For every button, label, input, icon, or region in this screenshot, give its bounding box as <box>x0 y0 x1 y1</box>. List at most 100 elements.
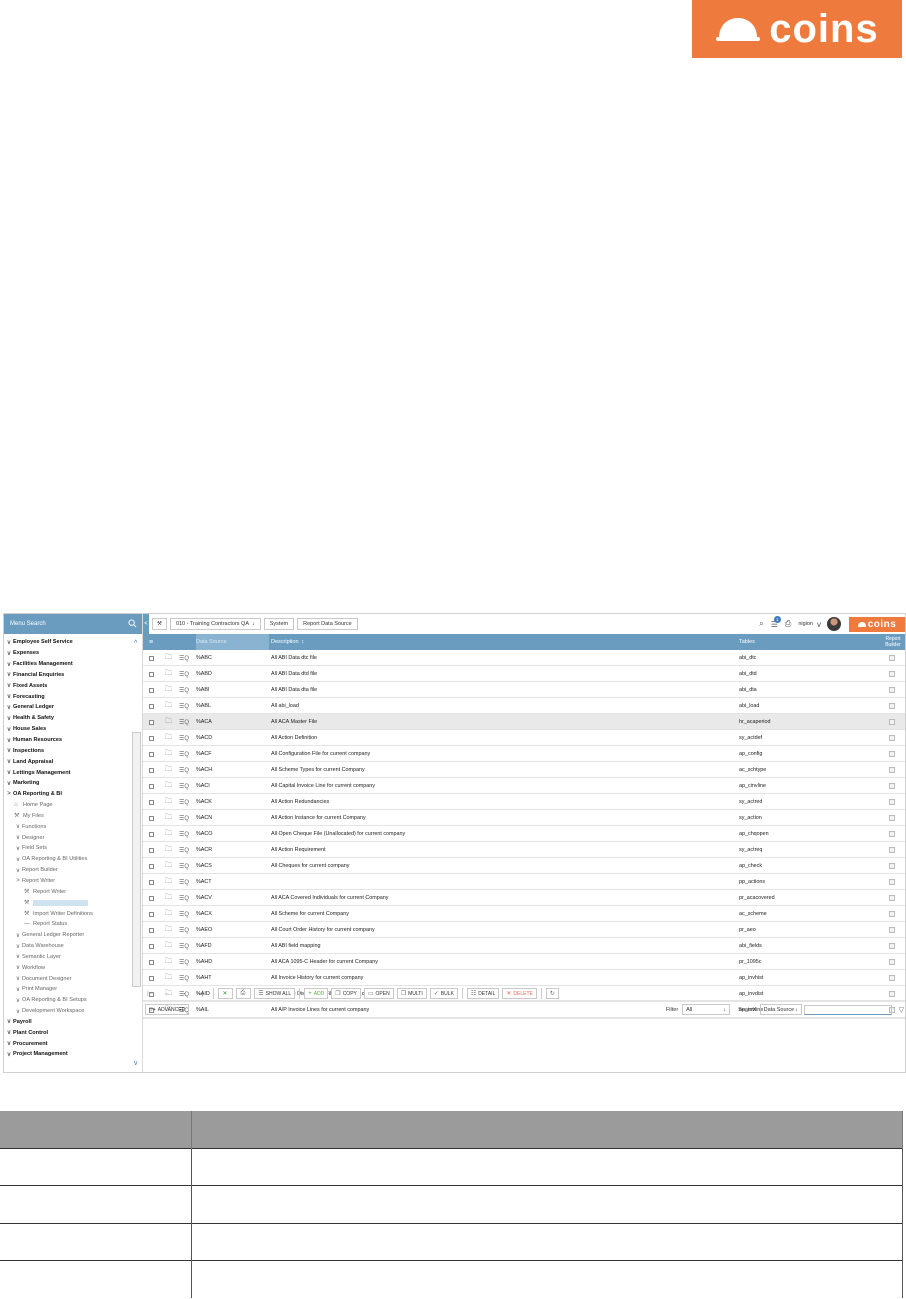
detail-icon[interactable]: ☰Q <box>179 682 189 698</box>
report-builder-checkbox[interactable] <box>889 698 895 714</box>
sidebar-item[interactable]: ∨ Semantic Layer <box>4 951 142 962</box>
sidebar-item[interactable]: ∨ Designer <box>4 832 142 843</box>
sidebar-item[interactable]: ⚒ Report Writer <box>4 886 142 897</box>
sidebar-item[interactable]: ∨ Human Resources <box>4 735 142 746</box>
delete-button[interactable]: ✕ DELETE <box>502 988 537 999</box>
collapse-sidebar-button[interactable]: < <box>143 614 149 634</box>
sidebar-item[interactable]: ∨ Report Builder <box>4 865 142 876</box>
detail-icon[interactable]: ☰Q <box>179 762 189 778</box>
report-builder-checkbox[interactable] <box>889 874 895 890</box>
sidebar-item[interactable]: ∨ Lettings Management <box>4 767 142 778</box>
row-checkbox[interactable] <box>149 666 154 682</box>
sidebar-item[interactable]: ∨ Plant Control <box>4 1027 142 1038</box>
detail-icon[interactable]: ☰Q <box>179 730 189 746</box>
sidebar-item[interactable]: ∨ Print Manager <box>4 984 142 995</box>
breadcrumb-company[interactable]: 010 - Training Contractors QA ↓ <box>169 618 261 630</box>
detail-icon[interactable]: ☰Q <box>179 666 189 682</box>
detail-icon[interactable]: ☰Q <box>179 698 189 714</box>
next-page-icon[interactable]: → <box>180 990 187 997</box>
table-row[interactable]: 🗀 ☰Q %ACA All ACA Master File hr_acaperiod <box>143 714 905 730</box>
breadcrumb-system[interactable]: System <box>263 618 295 630</box>
row-checkbox[interactable] <box>149 762 154 778</box>
folder-icon[interactable]: 🗀 <box>165 938 172 954</box>
table-row[interactable]: 🗀 ☰Q %AEO All Court Order History for curre… <box>143 922 905 938</box>
folder-icon[interactable]: 🗀 <box>165 746 172 762</box>
table-row[interactable]: 🗀 ☰Q %ACX All Scheme for current Company ac_… <box>143 906 905 922</box>
row-checkbox[interactable] <box>149 794 154 810</box>
table-row[interactable]: 🗀 ☰Q %ACS All Cheques for current company ap… <box>143 858 905 874</box>
folder-icon[interactable]: 🗀 <box>165 810 172 826</box>
report-builder-checkbox[interactable] <box>889 666 895 682</box>
sidebar-item[interactable]: ∨ General Ledger Reporter <box>4 930 142 941</box>
detail-icon[interactable]: ☰Q <box>179 810 189 826</box>
sidebar-item[interactable]: — Report Status <box>4 919 142 930</box>
column-header-data-source[interactable]: Data Source <box>196 634 269 650</box>
detail-icon[interactable]: ☰Q <box>179 794 189 810</box>
table-row[interactable]: 🗀 ☰Q %AHD All ACA 1095-C Header for current… <box>143 954 905 970</box>
tasks-icon[interactable]: ☰ 1 <box>771 615 781 629</box>
detail-icon[interactable]: ☰Q <box>179 922 189 938</box>
sidebar-item[interactable]: ∨ Marketing <box>4 778 142 789</box>
export-excel-button[interactable]: ✕ <box>218 988 234 999</box>
menu-search[interactable]: Menu Search <box>4 614 142 634</box>
print-button[interactable]: ⎙ <box>236 988 252 999</box>
folder-icon[interactable]: 🗀 <box>165 970 172 986</box>
folder-icon[interactable]: 🗀 <box>165 778 172 794</box>
open-button[interactable]: ▭ OPEN <box>363 988 394 999</box>
sidebar-item[interactable]: ∨ Land Appraisal <box>4 756 142 767</box>
folder-icon[interactable]: 🗀 <box>165 794 172 810</box>
detail-icon[interactable]: ☰Q <box>179 938 189 954</box>
detail-icon[interactable]: ☰Q <box>179 890 189 906</box>
add-button[interactable]: + ADD <box>304 988 329 999</box>
sidebar-item[interactable]: ∨ Development Workspace <box>4 1006 142 1017</box>
row-checkbox[interactable] <box>149 954 154 970</box>
row-checkbox[interactable] <box>149 842 154 858</box>
row-checkbox[interactable] <box>149 906 154 922</box>
report-builder-checkbox[interactable] <box>889 682 895 698</box>
table-row[interactable]: 🗀 ☰Q %ACD All Action Definition sy_actdef <box>143 730 905 746</box>
row-checkbox[interactable] <box>149 826 154 842</box>
row-checkbox[interactable] <box>149 682 154 698</box>
user-name[interactable]: nigion <box>798 621 813 627</box>
sidebar-item[interactable]: ∨ Forecasting <box>4 691 142 702</box>
folder-icon[interactable]: 🗀 <box>165 890 172 906</box>
avatar[interactable] <box>827 617 841 631</box>
sidebar-item[interactable]: ∨ House Sales <box>4 724 142 735</box>
sidebar-item[interactable]: ⌂ Home Page <box>4 800 142 811</box>
report-builder-checkbox[interactable] <box>889 762 895 778</box>
folder-icon[interactable]: 🗀 <box>165 858 172 874</box>
detail-icon[interactable]: ☰Q <box>179 906 189 922</box>
sidebar-item[interactable]: ∨ General Ledger <box>4 702 142 713</box>
report-builder-checkbox[interactable] <box>889 746 895 762</box>
report-builder-checkbox[interactable] <box>889 938 895 954</box>
table-row[interactable]: 🗀 ☰Q %ACH All Scheme Types for current Comp… <box>143 762 905 778</box>
table-row[interactable]: 🗀 ☰Q %ACN All Action Instance for current C… <box>143 810 905 826</box>
sidebar-item[interactable]: ∨ Inspections <box>4 745 142 756</box>
report-builder-checkbox[interactable] <box>889 970 895 986</box>
table-row[interactable]: 🗀 ☰Q %ABL All abi_load abi_load <box>143 698 905 714</box>
report-builder-checkbox[interactable] <box>889 810 895 826</box>
detail-icon[interactable]: ☰Q <box>179 746 189 762</box>
table-row[interactable]: 🗀 ☰Q %AFD All ABI field mapping abi_fields <box>143 938 905 954</box>
advanced-button[interactable]: ▽+ ADVANCED <box>145 1004 190 1015</box>
detail-icon[interactable]: ☰Q <box>179 842 189 858</box>
table-row[interactable]: 🗀 ☰Q %ACT pp_actions <box>143 874 905 890</box>
table-row[interactable]: 🗀 ☰Q %ACK All Action Redundancies sy_actred <box>143 794 905 810</box>
detail-icon[interactable]: ☰Q <box>179 954 189 970</box>
row-checkbox[interactable] <box>149 698 154 714</box>
refresh-button[interactable]: ↻ <box>545 988 559 999</box>
row-checkbox[interactable] <box>149 874 154 890</box>
sidebar-item[interactable]: ∨ OA Reporting & BI Setups <box>4 995 142 1006</box>
row-checkbox[interactable] <box>149 730 154 746</box>
row-checkbox[interactable] <box>149 778 154 794</box>
report-builder-checkbox[interactable] <box>889 922 895 938</box>
report-builder-checkbox[interactable] <box>889 906 895 922</box>
row-checkbox[interactable] <box>149 714 154 730</box>
sidebar-item[interactable]: ⚒ Report Data Source <box>4 897 142 908</box>
sidebar-item[interactable]: ∨ Health & Safety <box>4 713 142 724</box>
multi-button[interactable]: ❐ MULTI <box>396 988 427 999</box>
sidebar-item[interactable]: ∨ Data Warehouse <box>4 941 142 952</box>
report-builder-checkbox[interactable] <box>889 730 895 746</box>
folder-icon[interactable]: 🗀 <box>165 650 172 666</box>
folder-icon[interactable]: 🗀 <box>165 698 172 714</box>
